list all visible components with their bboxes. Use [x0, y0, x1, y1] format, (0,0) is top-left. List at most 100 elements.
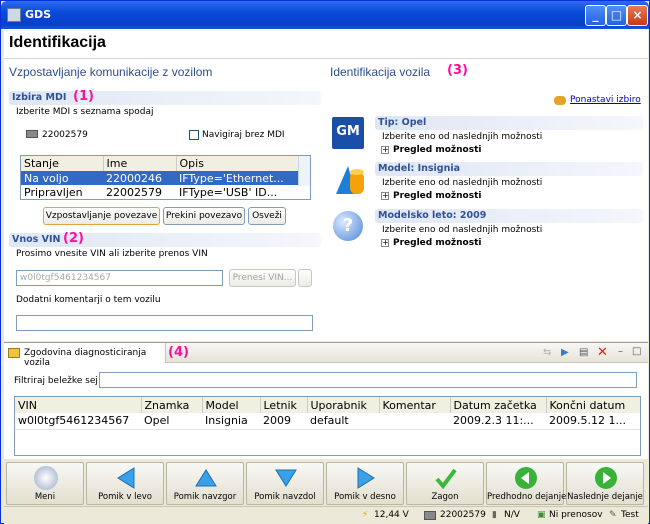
year-card-title: Modelsko leto: 2009	[378, 210, 487, 221]
connect-button[interactable]: Vzpostavljanje povezave	[43, 207, 160, 225]
col-model[interactable]: Model	[202, 397, 261, 413]
cell: 2009.2.3 11:...	[453, 414, 534, 428]
export-icon[interactable]: ▶	[561, 347, 569, 358]
history-tab[interactable]: Zgodovina diagnosticiranja vozila	[4, 343, 166, 368]
sync-icon[interactable]: ⇆	[543, 347, 551, 358]
scroll-left-button[interactable]: Pomik v levo	[86, 462, 164, 505]
model-card-hint: Izberite eno od naslednjih možnosti	[382, 178, 543, 188]
next-action-label: Naslednje dejanje	[567, 492, 643, 502]
scroll-up-button[interactable]: Pomik navzgor	[166, 462, 244, 505]
filter-label: Filtriraj beležke sej	[14, 376, 98, 386]
reset-icon	[554, 96, 566, 105]
col-uporabnik[interactable]: Uporabnik	[307, 397, 380, 413]
maximize-view-icon[interactable]: □	[632, 346, 641, 357]
database-icon: ▮	[492, 510, 497, 520]
voltage-value: 12,44 V	[374, 510, 409, 520]
menu-button[interactable]: Meni	[6, 462, 84, 505]
table-row[interactable]: w0l0tgf5461234567 Opel Insignia 2009 def…	[15, 413, 640, 429]
gm-logo-icon: GM	[332, 117, 364, 149]
test-icon: ✎	[609, 510, 617, 520]
page-header: Identifikacija	[4, 29, 648, 59]
type-card-band: Tip: Opel	[375, 116, 643, 130]
expand-icon[interactable]: +	[381, 239, 389, 247]
title-bar[interactable]: GDS _ □ ×	[1, 1, 649, 29]
col-vin[interactable]: VIN	[15, 397, 142, 413]
cell: Na voljo	[24, 171, 69, 185]
start-button[interactable]: Zagon	[406, 462, 484, 505]
type-card-title: Tip: Opel	[378, 117, 427, 128]
arrow-right-icon	[357, 467, 375, 489]
model-card-band: Model: Insignia	[375, 162, 643, 176]
minimize-button[interactable]: _	[585, 5, 606, 26]
mdi-table[interactable]: Stanje Ime Opis Na voljo 22000246 IFType…	[20, 155, 311, 200]
col-letnik[interactable]: Letnik	[260, 397, 308, 413]
cell: 2009	[263, 414, 291, 428]
marker-3: (3)	[447, 63, 468, 78]
table-row[interactable]: Na voljo 22000246 IFType='Ethernet...	[21, 171, 310, 185]
col-opis[interactable]: Opis	[176, 156, 310, 171]
transfer-vin-button[interactable]: Prenesi VIN...	[229, 269, 296, 287]
comments-input[interactable]	[16, 315, 313, 331]
next-circle-icon	[595, 467, 617, 489]
cell: 2009.5.12 1...	[549, 414, 626, 428]
navigate-without-mdi-checkbox[interactable]	[189, 130, 199, 140]
minimize-view-icon[interactable]: –	[618, 346, 623, 357]
vin-input[interactable]: w0l0tgf5461234567	[16, 270, 223, 286]
history-table[interactable]: VIN Znamka Model Letnik Uporabnik Koment…	[14, 396, 641, 456]
cell: w0l0tgf5461234567	[18, 414, 130, 428]
status-bar: ⚡ 12,44 V 22002579 ▮ N/V ▣ Ni prenosov ✎…	[4, 506, 648, 524]
question-icon: ?	[333, 211, 363, 241]
col-stanje[interactable]: Stanje	[21, 156, 104, 171]
close-button[interactable]: ×	[627, 5, 648, 26]
right-section-title: Identifikacija vozila	[330, 65, 431, 79]
previous-circle-icon	[515, 467, 537, 489]
scroll-left-label: Pomik v levo	[98, 492, 152, 502]
arrow-down-icon	[275, 469, 297, 487]
previous-action-button[interactable]: Predhodno dejanje	[486, 462, 567, 505]
expand-icon[interactable]: +	[381, 146, 389, 154]
arrow-left-icon	[117, 467, 135, 489]
device-icon	[424, 511, 436, 520]
scroll-right-label: Pomik v desno	[334, 492, 396, 502]
type-options-link[interactable]: Pregled možnosti	[393, 145, 481, 155]
table-row[interactable]: Pripravljen 22002579 IFType='USB' ID...	[21, 185, 310, 199]
expand-icon[interactable]: +	[381, 192, 389, 200]
print-icon[interactable]: ▤	[579, 347, 588, 358]
cell: IFType='USB' ID...	[179, 185, 278, 199]
cell	[379, 413, 450, 429]
model-card-title: Model: Insignia	[378, 163, 461, 174]
vin-hint: Prosimo vnesite VIN ali izberite prenos …	[16, 249, 208, 259]
col-znamka[interactable]: Znamka	[141, 397, 203, 413]
refresh-button[interactable]: Osveži	[248, 207, 286, 225]
model-options-link[interactable]: Pregled možnosti	[393, 191, 481, 201]
app-window: GDS _ □ × Identifikacija Vzpostavljanje …	[0, 0, 650, 524]
main-panel: Vzpostavljanje komunikacije z vozilom Iz…	[4, 59, 648, 341]
transfer-icon: ▣	[537, 510, 546, 520]
table-scrollbar[interactable]	[298, 156, 310, 186]
cell: default	[310, 414, 349, 428]
scroll-down-button[interactable]: Pomik navzdol	[246, 462, 324, 505]
reset-selection-link[interactable]: Ponastavi izbiro	[570, 95, 641, 105]
scroll-down-label: Pomik navzdol	[254, 492, 316, 502]
page-title: Identifikacija	[9, 34, 106, 51]
type-card-hint: Izberite eno od naslednjih možnosti	[382, 132, 543, 142]
previous-action-label: Predhodno dejanje	[487, 492, 567, 502]
mdi-device-icon	[26, 130, 38, 138]
filter-input[interactable]	[99, 372, 637, 388]
transfer-value: Ni prenosov	[549, 510, 603, 520]
col-datum-zacetka[interactable]: Datum začetka	[450, 397, 547, 413]
vin-band-title: Vnos VIN	[12, 234, 61, 245]
col-ime[interactable]: Ime	[103, 156, 177, 171]
delete-icon[interactable]: ✕	[597, 345, 608, 360]
next-action-button[interactable]: Naslednje dejanje	[566, 462, 644, 505]
transfer-vin-dropdown[interactable]	[298, 269, 312, 287]
disconnect-button[interactable]: Prekini povezavo	[163, 207, 245, 225]
comments-label: Dodatni komentarji o tem vozilu	[16, 295, 161, 305]
maximize-button[interactable]: □	[606, 5, 627, 26]
col-komentar[interactable]: Komentar	[379, 397, 451, 413]
scroll-right-button[interactable]: Pomik v desno	[326, 462, 404, 505]
mdi-band-title: Izbira MDI	[12, 92, 67, 103]
year-options-link[interactable]: Pregled možnosti	[393, 238, 481, 248]
model-shapes-icon	[332, 162, 368, 198]
col-koncni-datum[interactable]: Končni datum	[546, 397, 640, 413]
